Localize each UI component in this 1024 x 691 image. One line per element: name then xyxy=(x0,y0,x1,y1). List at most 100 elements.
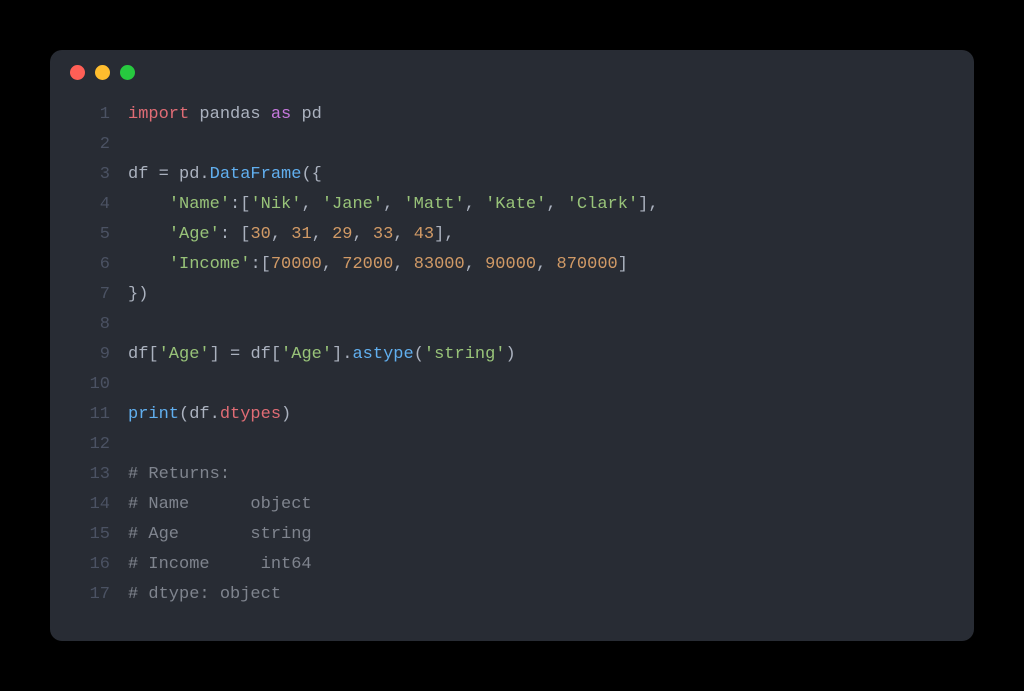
line-number: 15 xyxy=(50,520,110,550)
line-number: 13 xyxy=(50,460,110,490)
token-str: 'Age' xyxy=(159,345,210,364)
code-content: import pandas as pd df = pd.DataFrame({ … xyxy=(128,100,974,610)
token-func: DataFrame xyxy=(210,165,302,184)
line-number-gutter: 1234567891011121314151617 xyxy=(50,100,128,610)
token-num: 31 xyxy=(291,225,311,244)
token-num: 33 xyxy=(373,225,393,244)
line-number: 5 xyxy=(50,220,110,250)
line-number: 17 xyxy=(50,580,110,610)
token-str: 'string' xyxy=(424,345,506,364)
code-line xyxy=(128,310,974,340)
line-number: 11 xyxy=(50,400,110,430)
token-num: 30 xyxy=(250,225,270,244)
token-punct: , xyxy=(546,195,566,214)
line-number: 14 xyxy=(50,490,110,520)
token-punct: :[ xyxy=(250,255,270,274)
token-num: 90000 xyxy=(485,255,536,274)
titlebar xyxy=(50,50,974,94)
token-punct: , xyxy=(322,255,342,274)
code-line: import pandas as pd xyxy=(128,100,974,130)
code-line: # Name object xyxy=(128,490,974,520)
token-str: 'Matt' xyxy=(403,195,464,214)
token-kw-import: import xyxy=(128,105,189,124)
code-line: 'Age': [30, 31, 29, 33, 43], xyxy=(128,220,974,250)
code-line: df = pd.DataFrame({ xyxy=(128,160,974,190)
token-num: 70000 xyxy=(271,255,322,274)
token-var: df xyxy=(250,345,270,364)
line-number: 3 xyxy=(50,160,110,190)
token-comment: # Name object xyxy=(128,495,312,514)
token-punct: . xyxy=(199,165,209,184)
token-func: astype xyxy=(352,345,413,364)
code-line: # Returns: xyxy=(128,460,974,490)
token-num: 43 xyxy=(414,225,434,244)
code-line: 'Income':[70000, 72000, 83000, 90000, 87… xyxy=(128,250,974,280)
token-punct: ({ xyxy=(301,165,321,184)
token-str: 'Clark' xyxy=(567,195,638,214)
code-line: print(df.dtypes) xyxy=(128,400,974,430)
maximize-icon[interactable] xyxy=(120,65,135,80)
token-punct: [ xyxy=(148,345,158,364)
token-var: df xyxy=(128,165,159,184)
token-punct: ) xyxy=(506,345,516,364)
token-var: df xyxy=(128,345,148,364)
token-punct: , xyxy=(301,195,321,214)
code-line xyxy=(128,430,974,460)
token-punct: ) xyxy=(281,405,291,424)
code-line: # Age string xyxy=(128,520,974,550)
line-number: 4 xyxy=(50,190,110,220)
token-punct: ] xyxy=(210,345,230,364)
token-op: = xyxy=(230,345,240,364)
code-line: 'Name':['Nik', 'Jane', 'Matt', 'Kate', '… xyxy=(128,190,974,220)
token-var: df xyxy=(189,405,209,424)
line-number: 7 xyxy=(50,280,110,310)
token-punct: , xyxy=(465,255,485,274)
code-line: }) xyxy=(128,280,974,310)
token-mod: pd xyxy=(301,105,321,124)
token-punct: [ xyxy=(271,345,281,364)
token-num: 72000 xyxy=(342,255,393,274)
token-punct: ]. xyxy=(332,345,352,364)
token-comment: # dtype: object xyxy=(128,585,281,604)
token-num: 29 xyxy=(332,225,352,244)
token-str: 'Name' xyxy=(169,195,230,214)
token-punct: , xyxy=(352,225,372,244)
token-punct: ], xyxy=(638,195,658,214)
code-window: 1234567891011121314151617 import pandas … xyxy=(50,50,974,641)
code-line: df['Age'] = df['Age'].astype('string') xyxy=(128,340,974,370)
code-line: # Income int64 xyxy=(128,550,974,580)
token-mod: pandas xyxy=(199,105,260,124)
token-str: 'Jane' xyxy=(322,195,383,214)
token-punct: . xyxy=(210,405,220,424)
line-number: 12 xyxy=(50,430,110,460)
line-number: 8 xyxy=(50,310,110,340)
token-punct: : [ xyxy=(220,225,251,244)
token-attr: dtypes xyxy=(220,405,281,424)
token-comment: # Age string xyxy=(128,525,312,544)
token-num: 83000 xyxy=(414,255,465,274)
close-icon[interactable] xyxy=(70,65,85,80)
token-punct: ], xyxy=(434,225,454,244)
token-punct: :[ xyxy=(230,195,250,214)
token-punct: , xyxy=(465,195,485,214)
token-comment: # Returns: xyxy=(128,465,230,484)
line-number: 2 xyxy=(50,130,110,160)
line-number: 9 xyxy=(50,340,110,370)
token-var: pd xyxy=(179,165,199,184)
token-punct: , xyxy=(271,225,291,244)
line-number: 10 xyxy=(50,370,110,400)
code-area: 1234567891011121314151617 import pandas … xyxy=(50,94,974,630)
minimize-icon[interactable] xyxy=(95,65,110,80)
token-comment: # Income int64 xyxy=(128,555,312,574)
token-str: 'Nik' xyxy=(250,195,301,214)
token-str: 'Age' xyxy=(281,345,332,364)
token-str: 'Kate' xyxy=(485,195,546,214)
token-str: 'Income' xyxy=(169,255,251,274)
token-punct: , xyxy=(312,225,332,244)
token-punct: ( xyxy=(414,345,424,364)
token-punct: ( xyxy=(179,405,189,424)
token-punct: , xyxy=(383,195,403,214)
token-punct: , xyxy=(393,225,413,244)
token-num: 870000 xyxy=(557,255,618,274)
token-punct: , xyxy=(393,255,413,274)
